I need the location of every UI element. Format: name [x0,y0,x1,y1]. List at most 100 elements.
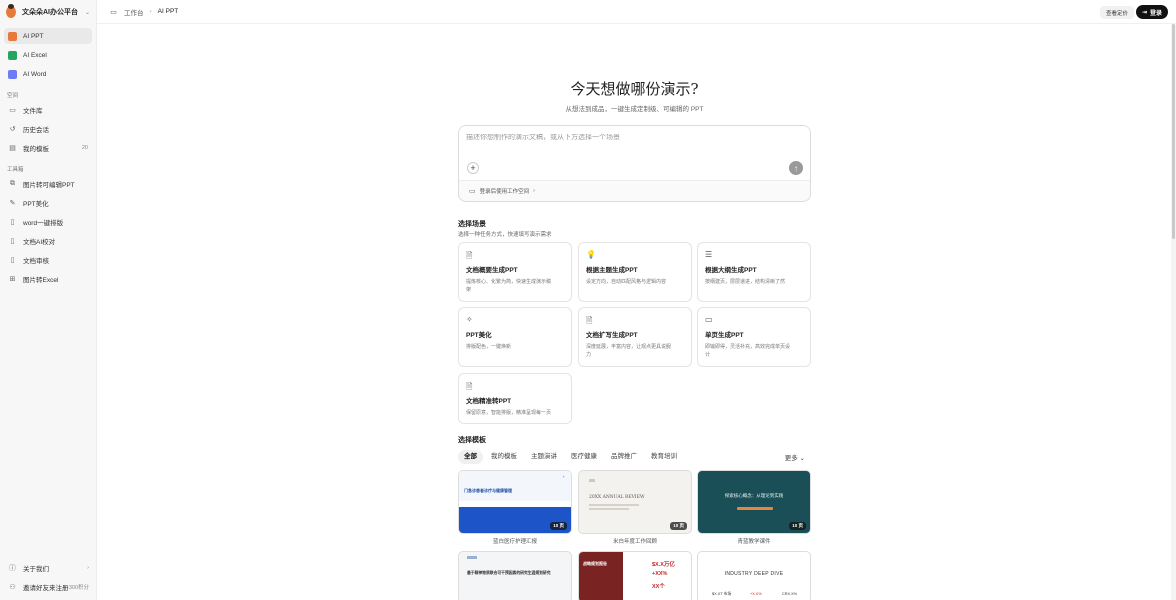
image-excel-icon: ⊞ [9,276,16,283]
template-stat: +XX% [652,571,668,577]
arrow-up-icon: ↑ [794,163,798,173]
review-icon: ▯ [10,257,15,264]
template-card-medical[interactable]: + 门急诊患者诊疗与健康管理 10 页 [458,470,572,534]
sidebar-item-proofread[interactable]: ▯ 文档AI校对 [4,233,92,249]
view-pricing-button[interactable]: 查看定价 [1099,6,1134,19]
sidebar-item-image-to-excel[interactable]: ⊞ 图片转Excel [4,271,92,287]
sidebar-item-label: 图片转可编辑PPT [23,182,75,189]
sidebar-item-word-layout[interactable]: ▯ word一键排版 [4,214,92,230]
sidebar-item-ai-word[interactable]: AI Word [4,66,92,82]
brand-logo-icon [6,4,16,18]
tab-my-templates[interactable]: 我的模板 [485,450,523,464]
template-card-strategy[interactable]: 战略规划报告 $X.X万亿 +XX% XX个 [578,551,692,600]
template-heading: 探索核心概念：从理论到实践 [724,493,784,498]
scenes-title: 选择场景 [458,221,486,228]
doc-icon: ▯ [10,219,15,226]
about-us-link[interactable]: ⓘ 关于我们 › [4,560,93,576]
scene-card-desc: 保留原意，智能排版，精准呈现每一页 [466,410,552,416]
folder-icon: ▭ [469,188,476,195]
document-icon: 🗎 [586,316,593,325]
template-card-industry[interactable]: INDUSTRY DEEP DIVE $X.XT 市场 +X.X% CRX.X% [697,551,811,600]
tab-all[interactable]: 全部 [458,450,483,464]
template-card-teaching[interactable]: 探索核心概念：从理论到实践 10 页 [697,470,811,534]
template-stat: $X.XT 市场 [712,592,732,596]
add-attachment-button[interactable]: + [467,162,479,174]
sidebar-item-label: 我的模板 [23,146,49,153]
brush-icon: ✎ [9,200,16,207]
sidebar-item-ppt-beautify[interactable]: ✎ PPT美化 [4,195,92,211]
scene-card-topic[interactable]: 💡 根据主题生成PPT 设定方向，自动匹配风格与逻辑内容 [578,242,692,302]
templates-title: 选择模板 [458,437,486,444]
history-icon: ↺ [9,126,16,133]
sidebar-item-my-templates[interactable]: ▤ 我的模板 20 [4,140,92,156]
ai-excel-icon [8,50,17,60]
tab-medical[interactable]: 医疗健康 [565,450,603,464]
template-stat: CRX.X% [782,592,797,596]
sidebar-item-image-to-ppt[interactable]: ⧉ 图片转可编辑PPT [4,176,92,192]
sidebar-item-files[interactable]: ▭ 文件库 [4,102,92,118]
sidebar-item-label: 文档审核 [23,258,49,265]
scene-card-outline[interactable]: ☰ 根据大纲生成PPT 按纲建页，层层递进，结构清晰了然 [697,242,811,302]
template-page-badge: 10 页 [789,522,806,530]
scene-card-single-page[interactable]: ▭ 单页生成PPT 即输即得，灵活补充，高效完成单页设计 [697,307,811,367]
template-stat: XX个 [652,584,665,590]
sidebar-item-label: AI PPT [23,32,44,40]
sidebar-item-history[interactable]: ↺ 历史会话 [4,121,92,137]
tab-keynote[interactable]: 主题演讲 [525,450,563,464]
template-caption: 青蓝教学课件 [737,539,771,545]
sidebar-item-review[interactable]: ▯ 文档审核 [4,252,92,268]
scene-card-title: 根据主题生成PPT [586,267,638,274]
brand[interactable]: 文朵朵AI办公平台 ⌄ [0,0,96,24]
scene-card-beautify[interactable]: ✧ PPT美化 排版配色，一键焕新 [458,307,572,367]
sidebar-item-ai-excel[interactable]: AI Excel [4,47,92,63]
breadcrumb-separator: › [149,8,152,15]
sidebar-item-ai-ppt[interactable]: AI PPT [4,28,92,44]
invite-points: 300积分 [68,585,89,591]
breadcrumb-current: AI PPT [157,8,179,15]
login-label: 登录 [1149,10,1162,17]
chevron-down-icon[interactable]: ⌄ [85,9,90,16]
invite-label: 邀请好友来注册 [23,585,69,592]
sidebar-item-label: AI Word [23,70,47,78]
scene-card-doc-summary[interactable]: 🗎 文档概要生成PPT 提炼核心、化繁为简，快速生成演示稿架 [458,242,572,302]
hero-title: 今天想做哪份演示? [570,80,699,98]
template-card-research[interactable]: 基于精神物质联合可干预因素的研究生涯规划研究 [458,551,572,600]
template-heading: 门急诊患者诊疗与健康管理 [464,488,512,493]
send-button[interactable]: ↑ [789,161,803,175]
prompt-input[interactable] [466,134,796,141]
chevron-right-icon: › [533,188,535,194]
ai-word-icon [8,69,17,79]
breadcrumb: ▭ 工作台 › AI PPT [109,7,178,17]
scene-card-expand[interactable]: 🗎 文档扩写生成PPT 深度延展，丰富内容，让观点更具说服力 [578,307,692,367]
tab-education[interactable]: 教育培训 [645,450,683,464]
login-button[interactable]: ⇥ 登录 [1135,5,1168,19]
template-count: 20 [81,145,88,151]
workspace-link[interactable]: ▭ 登录后使用工作空间 › [469,187,535,195]
monitor-icon: ▭ [705,315,713,324]
more-tabs-dropdown[interactable]: 更多 ⌄ [785,452,811,462]
prompt-area: + ↑ [459,126,810,181]
scene-card-desc: 提炼核心、化繁为简，快速生成演示稿架 [466,279,552,293]
template-heading: 战略规划报告 [583,561,607,566]
sparkle-icon: ✧ [466,315,473,324]
scene-card-title: 根据大纲生成PPT [705,267,757,274]
chevron-down-icon: ⌄ [799,455,805,462]
image-convert-icon: ⧉ [10,180,15,187]
template-heading: 基于精神物质联合可干预因素的研究生涯规划研究 [467,571,551,575]
scene-card-title: PPT美化 [466,332,492,339]
hero-subtitle: 从想法到成品，一键生成定制级、可编辑的 PPT [565,106,704,113]
folder-icon: ▭ [9,107,16,114]
invite-friends-link[interactable]: ⚇ 邀请好友来注册 300积分 [4,579,93,595]
sidebar-item-label: 图片转Excel [23,277,59,284]
breadcrumb-root[interactable]: 工作台 [124,7,144,17]
outline-icon: ☰ [705,250,713,259]
template-card-annual-review[interactable]: 20XX ANNUAL REVIEW 10 页 [578,470,692,534]
workspace-link-label: 登录后使用工作空间 [479,189,530,195]
scene-card-doc-convert[interactable]: 🗎 文档精准转PPT 保留原意，智能排版，精准呈现每一页 [458,373,572,424]
tab-brand[interactable]: 品牌推广 [605,450,643,464]
scrollbar-thumb[interactable] [1172,24,1175,239]
template-caption: 蓝白医疗护理汇报 [492,539,537,545]
page-scrollbar[interactable] [1171,24,1176,600]
scene-card-title: 文档扩写生成PPT [586,332,638,339]
about-label: 关于我们 [23,566,49,573]
